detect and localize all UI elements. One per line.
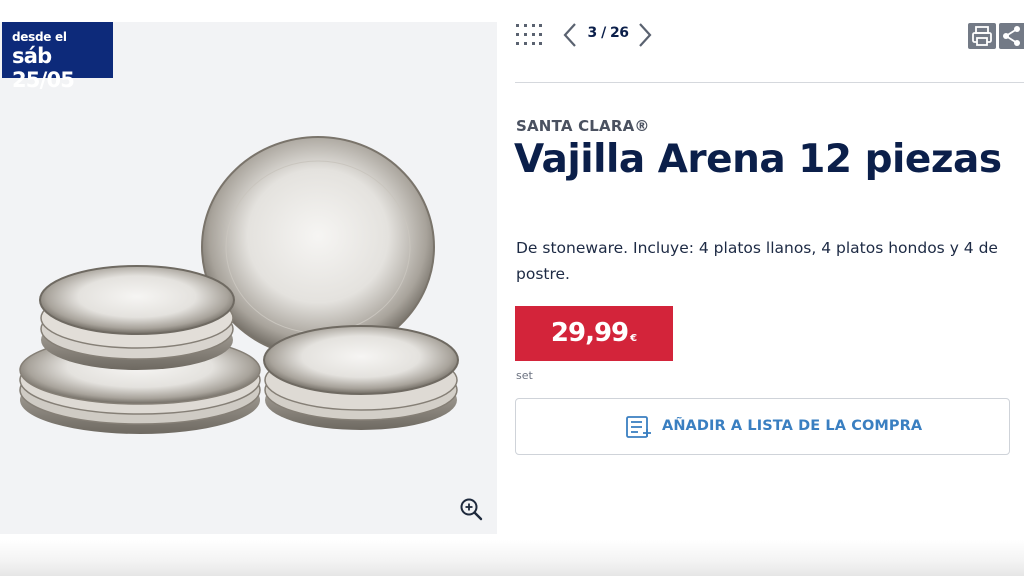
chevron-left-icon[interactable] xyxy=(561,22,579,48)
badge-line-1: desde el xyxy=(12,30,67,44)
list-add-icon xyxy=(626,416,651,438)
header-divider xyxy=(515,82,1024,83)
zoom-in-icon[interactable] xyxy=(458,496,484,522)
price-currency: € xyxy=(630,333,638,344)
share-button[interactable] xyxy=(999,23,1024,49)
grid-icon[interactable] xyxy=(515,22,543,48)
print-button[interactable] xyxy=(968,23,996,49)
add-to-shopping-list-button[interactable]: AÑADIR A LISTA DE LA COMPRA xyxy=(515,398,1010,455)
price-box: 29,99 € xyxy=(515,306,673,361)
badge-date: sáb 25/05 xyxy=(12,44,75,92)
printer-icon xyxy=(972,26,992,46)
bottom-fade xyxy=(0,540,1024,576)
gallery-counter: 3 / 26 xyxy=(587,25,629,41)
product-image xyxy=(19,136,459,434)
product-description: De stoneware. Incluye: 4 platos llanos, … xyxy=(516,239,998,283)
add-to-shopping-list-label: AÑADIR A LISTA DE LA COMPRA xyxy=(662,418,923,434)
product-title: Vajilla Arena 12 piezas xyxy=(514,137,1002,182)
product-brand: SANTA CLARA® xyxy=(516,117,650,135)
share-icon xyxy=(1003,26,1020,46)
availability-date-badge: desde el sáb 25/05 xyxy=(2,22,113,92)
product-image-panel[interactable]: desde el sáb 25/05 xyxy=(0,22,497,534)
chevron-right-icon[interactable] xyxy=(636,22,654,48)
price-unit: set xyxy=(516,369,533,382)
price-value: 29,99 xyxy=(550,318,629,348)
